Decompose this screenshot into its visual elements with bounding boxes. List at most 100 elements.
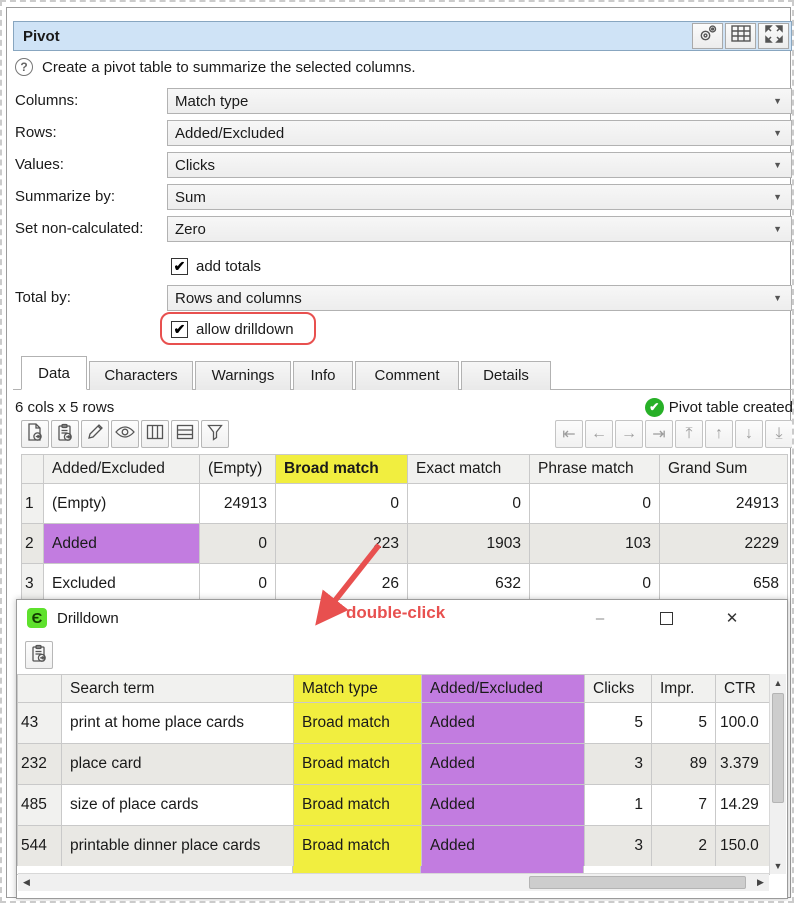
last-row-button[interactable]: ⤓ (765, 420, 793, 448)
table-cell[interactable]: 103 (530, 524, 660, 564)
expand-button[interactable] (758, 23, 789, 49)
allow-drilldown-checkbox[interactable] (171, 321, 188, 338)
table-cell[interactable]: Excluded (44, 564, 200, 604)
table-cell[interactable]: 0 (276, 484, 408, 524)
tab-characters[interactable]: Characters (89, 361, 193, 390)
row-number[interactable]: 43 (18, 703, 62, 744)
table-cell[interactable]: 3 (585, 826, 652, 867)
column-header[interactable]: Clicks (585, 675, 652, 703)
vertical-scrollbar[interactable]: ▲ ▼ (769, 674, 786, 874)
help-icon[interactable]: ? (15, 58, 33, 76)
column-header[interactable]: Phrase match (530, 455, 660, 484)
table-cell[interactable]: 5 (585, 703, 652, 744)
table-cell[interactable]: 0 (200, 524, 276, 564)
table-cell[interactable]: 150.0 (716, 826, 771, 867)
tab-details[interactable]: Details (461, 361, 551, 390)
table-cell[interactable]: 0 (530, 564, 660, 604)
values-select[interactable]: Clicks▼ (167, 152, 792, 178)
table-cell[interactable]: 14.29 (716, 785, 771, 826)
table-cell[interactable]: 24913 (660, 484, 788, 524)
previous-row-button[interactable]: ↑ (705, 420, 733, 448)
scrollbar-thumb[interactable] (772, 693, 784, 803)
tab-comment[interactable]: Comment (355, 361, 459, 390)
table-cell[interactable]: 24913 (200, 484, 276, 524)
row-number[interactable]: 544 (18, 826, 62, 867)
scrollbar-thumb[interactable] (529, 876, 747, 889)
tab-warnings[interactable]: Warnings (195, 361, 291, 390)
table-cell[interactable]: printable dinner place cards (62, 826, 294, 867)
table-cell-purple[interactable]: Added (422, 826, 585, 867)
drilldown-titlebar[interactable]: Є Drilldown – ✕ (17, 600, 787, 637)
table-cell[interactable]: 2 (652, 826, 716, 867)
row-number[interactable]: 3 (22, 564, 44, 604)
horizontal-scrollbar[interactable]: ◀ ▶ (18, 873, 769, 891)
column-header[interactable]: Added/Excluded (44, 455, 200, 484)
table-cell[interactable]: place card (62, 744, 294, 785)
table-cell[interactable]: 5 (652, 703, 716, 744)
next-column-button[interactable]: → (615, 420, 643, 448)
minimize-button[interactable]: – (589, 607, 611, 629)
table-cell[interactable]: 2229 (660, 524, 788, 564)
table-cell[interactable]: 26 (276, 564, 408, 604)
first-row-button[interactable]: ⤒ (675, 420, 703, 448)
scroll-left-icon[interactable]: ◀ (18, 874, 35, 891)
column-header[interactable]: Impr. (652, 675, 716, 703)
rows-button[interactable] (171, 420, 199, 448)
view-button[interactable] (111, 420, 139, 448)
column-header[interactable]: (Empty) (200, 455, 276, 484)
scroll-down-icon[interactable]: ▼ (770, 857, 786, 874)
table-cell[interactable]: 7 (652, 785, 716, 826)
column-header[interactable]: Grand Sum (660, 455, 788, 484)
table-cell-yellow[interactable]: Broad match (294, 785, 422, 826)
rows-select[interactable]: Added/Excluded▼ (167, 120, 792, 146)
table-cell-yellow[interactable]: Broad match (294, 744, 422, 785)
column-header[interactable]: Search term (62, 675, 294, 703)
table-cell[interactable]: 100.0 (716, 703, 771, 744)
filter-button[interactable] (201, 420, 229, 448)
table-cell-yellow[interactable]: Broad match (294, 703, 422, 744)
previous-column-button[interactable]: ← (585, 420, 613, 448)
column-header-purple[interactable]: Added/Excluded (422, 675, 585, 703)
settings-button[interactable] (692, 23, 723, 49)
scroll-right-icon[interactable]: ▶ (752, 874, 769, 891)
table-cell[interactable]: 658 (660, 564, 788, 604)
table-cell-purple[interactable]: Added (422, 744, 585, 785)
table-cell-purple[interactable]: Added (422, 703, 585, 744)
table-cell[interactable]: 89 (652, 744, 716, 785)
table-cell[interactable]: 0 (200, 564, 276, 604)
table-cell[interactable]: 1 (585, 785, 652, 826)
total-by-select[interactable]: Rows and columns▼ (167, 285, 792, 311)
row-number[interactable]: 232 (18, 744, 62, 785)
table-cell[interactable]: 3.379 (716, 744, 771, 785)
table-cell[interactable]: 0 (408, 484, 530, 524)
set-non-calculated-select[interactable]: Zero▼ (167, 216, 792, 242)
table-cell-yellow[interactable]: Broad match (294, 826, 422, 867)
next-row-button[interactable]: ↓ (735, 420, 763, 448)
table-cell[interactable]: 1903 (408, 524, 530, 564)
column-header-highlighted[interactable]: Broad match (276, 455, 408, 484)
table-cell-purple[interactable]: Added (422, 785, 585, 826)
columns-button[interactable] (141, 420, 169, 448)
table-cell-highlighted[interactable]: Added (44, 524, 200, 564)
row-number[interactable]: 485 (18, 785, 62, 826)
copy-to-clipboard-button[interactable] (51, 420, 79, 448)
first-column-button[interactable]: ⇤ (555, 420, 583, 448)
columns-select[interactable]: Match type▼ (167, 88, 792, 114)
copy-to-clipboard-button[interactable] (25, 641, 53, 669)
table-cell[interactable]: print at home place cards (62, 703, 294, 744)
row-number[interactable]: 1 (22, 484, 44, 524)
close-button[interactable]: ✕ (721, 607, 743, 629)
maximize-button[interactable] (655, 607, 677, 629)
table-cell[interactable]: 223 (276, 524, 408, 564)
last-column-button[interactable]: ⇥ (645, 420, 673, 448)
scroll-up-icon[interactable]: ▲ (770, 674, 786, 691)
add-totals-checkbox[interactable] (171, 258, 188, 275)
table-cell[interactable]: size of place cards (62, 785, 294, 826)
export-file-button[interactable] (21, 420, 49, 448)
summarize-by-select[interactable]: Sum▼ (167, 184, 792, 210)
edit-button[interactable] (81, 420, 109, 448)
table-cell[interactable]: 3 (585, 744, 652, 785)
tab-data[interactable]: Data (21, 356, 87, 390)
table-cell[interactable]: 0 (530, 484, 660, 524)
table-view-button[interactable] (725, 23, 756, 49)
